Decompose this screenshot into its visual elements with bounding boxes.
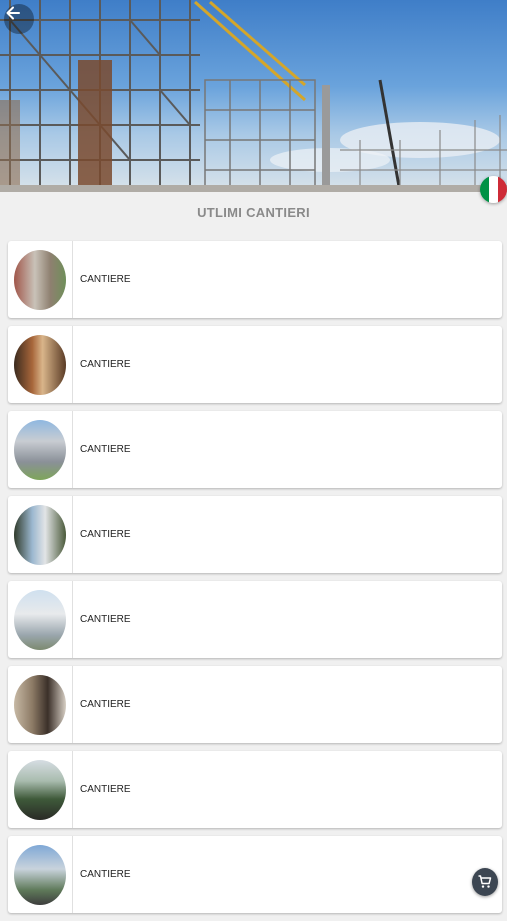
hero-image — [0, 0, 507, 192]
list-item[interactable]: CANTIERE — [8, 666, 502, 743]
thumbnail-container — [8, 836, 73, 913]
thumbnail-container — [8, 581, 73, 658]
scaffolding-illustration — [0, 0, 507, 192]
list-item[interactable]: CANTIERE — [8, 581, 502, 658]
thumbnail-container — [8, 496, 73, 573]
building-photo — [14, 504, 66, 565]
list-item-label: CANTIERE — [80, 699, 131, 710]
arrow-left-icon — [6, 6, 20, 20]
building-photo — [14, 334, 66, 395]
cantieri-list: CANTIERE CANTIERE CANTIERE CANTIERE CANT… — [8, 241, 502, 921]
building-photo — [14, 844, 66, 905]
list-item[interactable]: CANTIERE — [8, 836, 502, 913]
list-item-label: CANTIERE — [80, 869, 131, 880]
cart-icon — [478, 875, 492, 888]
cart-button[interactable] — [472, 868, 498, 896]
list-item[interactable]: CANTIERE — [8, 241, 502, 318]
flag-white-stripe — [489, 176, 498, 203]
thumbnail-container — [8, 751, 73, 828]
building-photo — [14, 759, 66, 820]
thumbnail-container — [8, 326, 73, 403]
list-item-label: CANTIERE — [80, 529, 131, 540]
list-item-label: CANTIERE — [80, 359, 131, 370]
building-photo — [14, 674, 66, 735]
thumbnail-container — [8, 241, 73, 318]
list-item-label: CANTIERE — [80, 784, 131, 795]
building-photo — [14, 419, 66, 480]
italy-flag-icon[interactable] — [480, 176, 507, 203]
thumbnail-container — [8, 666, 73, 743]
back-button[interactable] — [4, 4, 34, 34]
thumbnail-container — [8, 411, 73, 488]
list-item[interactable]: CANTIERE — [8, 326, 502, 403]
list-item-label: CANTIERE — [80, 444, 131, 455]
section-title: UTLIMI CANTIERI — [197, 205, 310, 220]
building-photo — [14, 589, 66, 650]
list-item[interactable]: CANTIERE — [8, 496, 502, 573]
building-photo — [14, 249, 66, 310]
list-item[interactable]: CANTIERE — [8, 411, 502, 488]
list-item[interactable]: CANTIERE — [8, 751, 502, 828]
list-item-label: CANTIERE — [80, 274, 131, 285]
list-item-label: CANTIERE — [80, 614, 131, 625]
